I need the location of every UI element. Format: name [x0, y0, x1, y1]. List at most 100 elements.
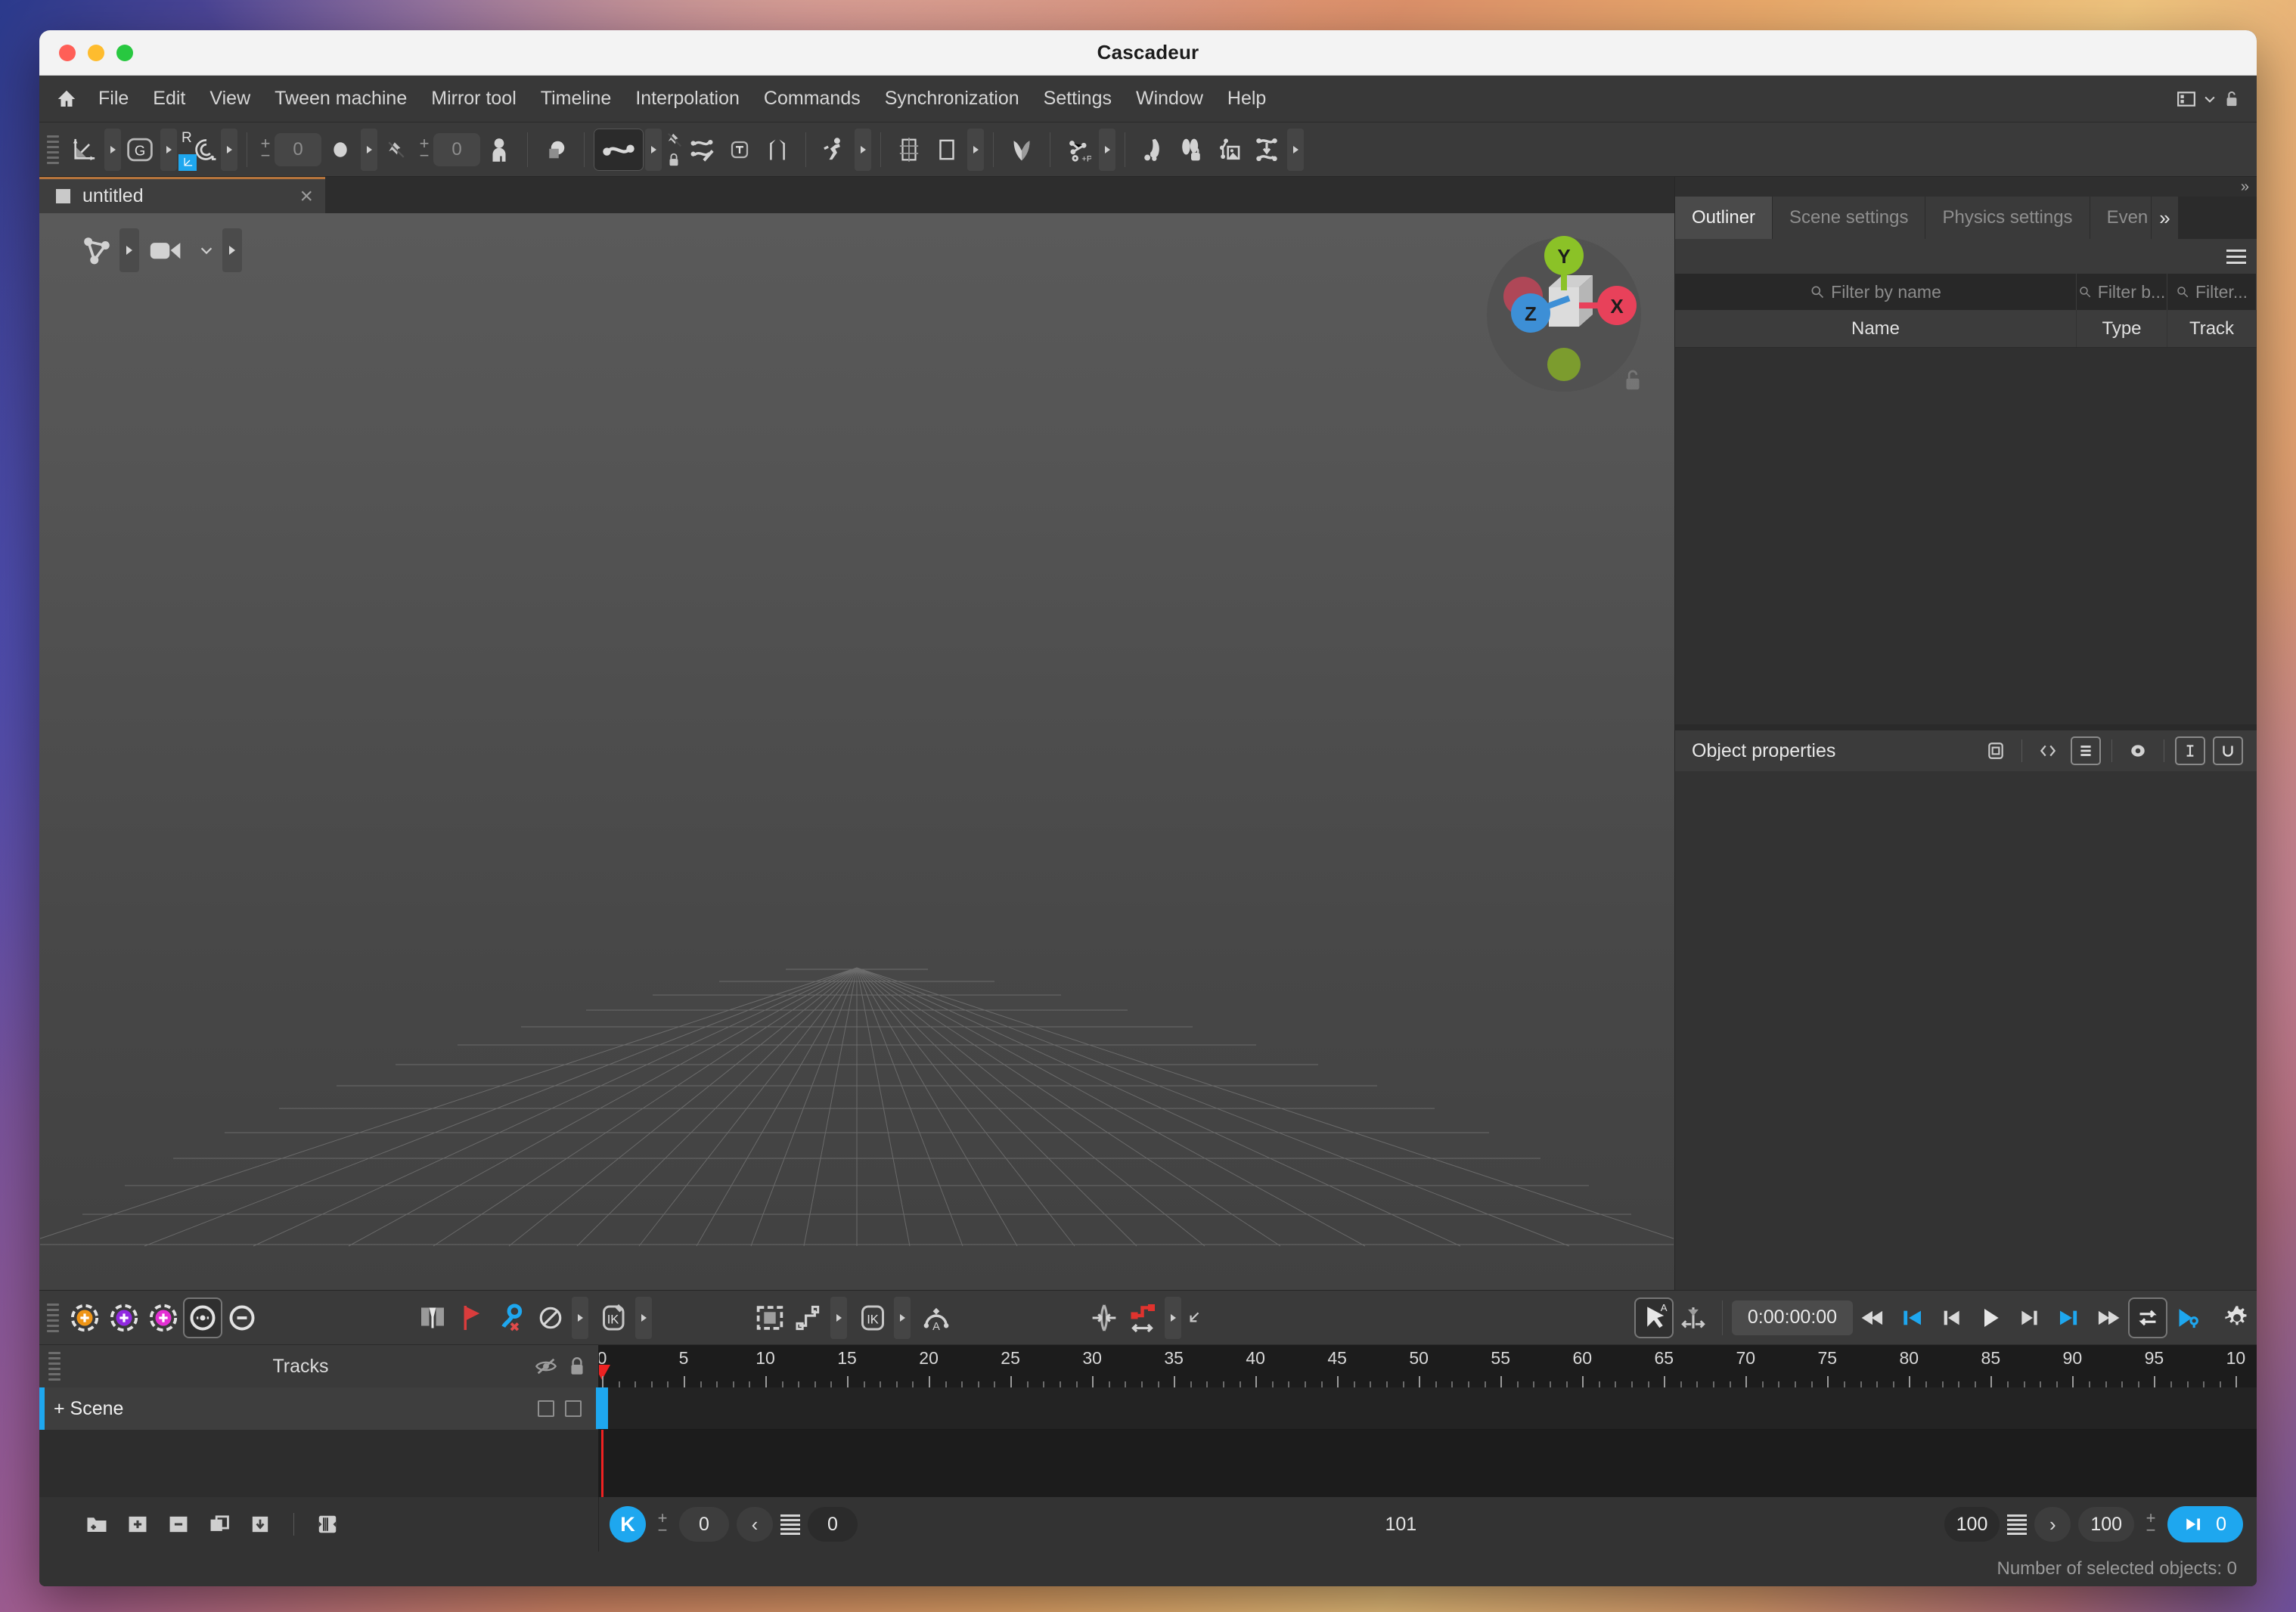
eye-off-icon[interactable] [535, 1356, 557, 1376]
end-frame-button[interactable]: 0 [2167, 1506, 2243, 1542]
column-header-track[interactable]: Track [2167, 310, 2257, 347]
pin-icon[interactable] [666, 132, 683, 148]
home-icon[interactable] [50, 88, 83, 110]
menu-interpolation[interactable]: Interpolation [623, 83, 752, 114]
rectangle-icon[interactable] [928, 129, 966, 171]
timecode-display[interactable]: 0:00:00:00 [1732, 1300, 1853, 1335]
global-space-icon[interactable]: G [121, 129, 159, 171]
lock-open-icon[interactable] [2223, 89, 2240, 109]
range-end-input[interactable]: 100 [2078, 1507, 2135, 1542]
shape-overlap-icon[interactable] [537, 129, 575, 171]
mirror-arrows-icon[interactable] [1084, 1297, 1124, 1338]
range-start-input[interactable]: 0 [679, 1507, 729, 1542]
object-properties-content[interactable] [1675, 771, 2257, 1290]
tab-outliner[interactable]: Outliner [1675, 197, 1773, 239]
viewport-3d[interactable]: Y X Z [39, 213, 1674, 1290]
list-lines-icon[interactable] [2071, 736, 2101, 765]
ik-pencil-icon[interactable]: IK [594, 1297, 634, 1338]
play-key-icon[interactable] [2167, 1297, 2207, 1338]
center-pivot-icon[interactable] [1674, 1297, 1713, 1338]
key-button[interactable]: K [610, 1506, 646, 1542]
joint-size-value[interactable]: 0 [433, 132, 480, 166]
rectangle-dropdown[interactable] [967, 128, 984, 171]
column-header-name[interactable]: Name [1675, 310, 2077, 347]
pin-off-icon[interactable] [377, 129, 415, 171]
add-track-icon[interactable] [123, 1509, 153, 1539]
rotation-mode-dropdown[interactable] [221, 128, 237, 171]
red-flag-icon[interactable] [452, 1297, 492, 1338]
running-character-dropdown[interactable] [855, 128, 871, 171]
text-tool-icon[interactable] [721, 129, 759, 171]
list-lines-icon-start[interactable] [780, 1514, 800, 1535]
timeline-toolbar-drag-handle[interactable] [47, 1303, 59, 1332]
rewind-icon[interactable] [1853, 1297, 1892, 1338]
timeline-lanes-empty[interactable] [599, 1430, 2257, 1497]
tracks-drag-handle[interactable] [48, 1352, 61, 1381]
new-folder-icon[interactable] [82, 1509, 112, 1539]
drop-to-floor-dropdown[interactable] [1287, 128, 1304, 171]
drop-to-floor-icon[interactable] [1248, 129, 1286, 171]
tracks-empty-area[interactable] [39, 1430, 598, 1497]
axis-transform-dropdown[interactable] [104, 128, 121, 171]
menu-tween-machine[interactable]: Tween machine [262, 83, 419, 114]
frame-icon[interactable] [1981, 736, 2011, 765]
layout-preset-icon[interactable] [2177, 89, 2196, 109]
joint-size-stepper[interactable]: + − [415, 132, 433, 168]
timeline-lanes[interactable]: 0 5 10 15 20 25 30 35 40 45 50 55 60 65 70 75 80 85 90 95 10 [596, 1345, 2257, 1497]
skip-end-icon[interactable] [2049, 1297, 2089, 1338]
auto-arc-icon[interactable]: A [917, 1297, 956, 1338]
grid-frame-icon[interactable] [890, 129, 928, 171]
filter-by-track-input[interactable]: Filter... [2167, 274, 2257, 310]
range-start-frame[interactable]: 0 [808, 1507, 858, 1542]
menu-window[interactable]: Window [1124, 83, 1215, 114]
column-header-type[interactable]: Type [2077, 310, 2167, 347]
play-icon[interactable] [1971, 1297, 2010, 1338]
point-size-value[interactable]: 0 [275, 132, 321, 166]
tab-events[interactable]: Even [2090, 197, 2152, 239]
forbidden-dropdown[interactable] [572, 1296, 588, 1339]
document-tab-untitled[interactable]: untitled × [39, 177, 325, 213]
prev-range-button[interactable]: ‹ [737, 1507, 773, 1542]
step-graph-dropdown[interactable] [830, 1296, 847, 1339]
filter-by-type-input[interactable]: Filter b... [2077, 274, 2167, 310]
point-size-stepper[interactable]: + − [256, 132, 275, 168]
track-item-scene[interactable]: + Scene [39, 1387, 598, 1430]
step-path-red-icon[interactable] [1124, 1297, 1163, 1338]
pin-lock-icon[interactable] [666, 151, 683, 168]
global-space-dropdown[interactable] [160, 128, 177, 171]
outliner-list[interactable] [1675, 348, 2257, 724]
timeline-lane-scene[interactable] [596, 1387, 2257, 1430]
fast-forward-icon[interactable] [2089, 1297, 2128, 1338]
gear-icon[interactable] [2217, 1297, 2257, 1338]
axis-transform-icon[interactable] [65, 129, 103, 171]
skip-start-icon[interactable] [1892, 1297, 1931, 1338]
filter-by-name-input[interactable]: Filter by name [1675, 274, 2077, 310]
select-box-icon[interactable] [750, 1297, 790, 1338]
menu-edit[interactable]: Edit [141, 83, 197, 114]
range-end-frame[interactable]: 100 [1944, 1507, 2000, 1542]
add-keyframe-orange-icon[interactable] [65, 1297, 104, 1338]
axis-small-icon[interactable] [178, 153, 197, 171]
next-range-button[interactable]: › [2034, 1507, 2071, 1542]
spline-curve-dropdown[interactable] [645, 128, 662, 171]
remove-track-icon[interactable] [163, 1509, 194, 1539]
key-marker-icon[interactable] [413, 1297, 452, 1338]
tab-physics-settings[interactable]: Physics settings [1925, 197, 2090, 239]
auto-physics-icon[interactable]: A [1634, 1297, 1674, 1338]
lock-open-icon[interactable] [1621, 367, 1644, 393]
playhead-cursor[interactable] [596, 1387, 608, 1429]
prev-frame-icon[interactable] [1931, 1297, 1971, 1338]
step-graph-icon[interactable] [790, 1297, 829, 1338]
menu-view[interactable]: View [197, 83, 262, 114]
ik-dropdown[interactable] [894, 1296, 911, 1339]
dock-tabs-overflow-icon[interactable]: » [2152, 197, 2179, 239]
menu-settings[interactable]: Settings [1032, 83, 1124, 114]
point-display-dropdown[interactable] [361, 128, 377, 171]
ik-icon[interactable]: IK [853, 1297, 892, 1338]
dock-expand-bar[interactable]: » [1675, 177, 2257, 197]
corner-arrow-icon[interactable] [1181, 1297, 1207, 1338]
menu-commands[interactable]: Commands [752, 83, 873, 114]
hamburger-icon[interactable] [2226, 249, 2246, 264]
menu-file[interactable]: File [86, 83, 141, 114]
track-checkbox-1[interactable] [538, 1400, 554, 1417]
